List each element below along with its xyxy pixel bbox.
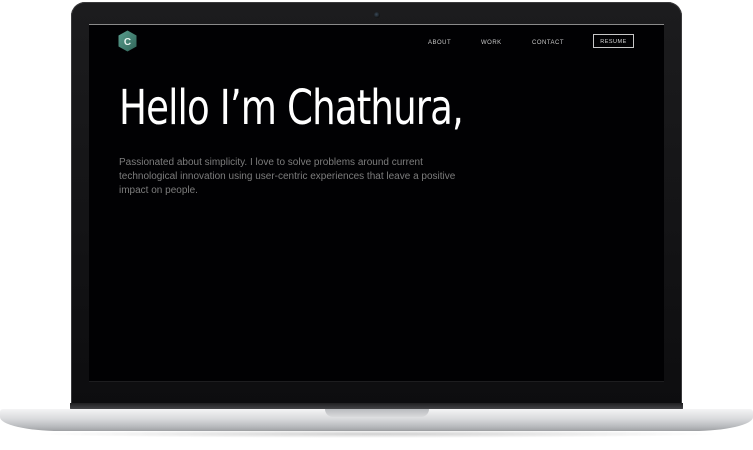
hero-description: Passionated about simplicity. I love to … <box>119 157 456 196</box>
laptop-shadow <box>30 430 723 438</box>
main-navigation: ABOUT WORK CONTACT RESUME <box>89 34 664 52</box>
hero-title: Hello I’m Chathura, <box>119 80 464 136</box>
nav-link-work[interactable]: WORK <box>481 39 502 47</box>
nav-link-contact[interactable]: CONTACT <box>532 39 564 47</box>
nav-link-about[interactable]: ABOUT <box>428 39 451 47</box>
resume-button[interactable]: RESUME <box>593 34 634 48</box>
bottom-divider <box>89 381 664 382</box>
laptop-opening-notch <box>325 409 429 417</box>
webcam-icon <box>374 12 380 18</box>
website-screen: C ABOUT WORK CONTACT RESUME Hello I’m Ch… <box>89 24 664 382</box>
top-divider <box>89 24 664 25</box>
